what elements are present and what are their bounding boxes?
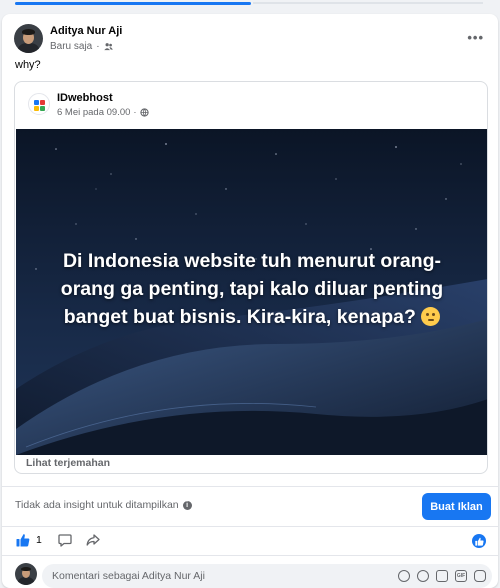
post-actions: 1 <box>16 533 100 547</box>
camera-icon[interactable] <box>436 570 448 582</box>
friends-icon <box>103 43 113 51</box>
image-text-line: banget buat bisnis. Kira-kira, kenapa? <box>16 303 487 331</box>
post-caption: why? <box>15 59 41 71</box>
share-icon[interactable] <box>86 533 100 547</box>
image-text-line: orang ga penting, tapi kalo diluar penti… <box>60 278 444 300</box>
thinking-face-emoji <box>421 307 441 326</box>
commenter-avatar[interactable] <box>15 563 37 585</box>
see-translation-link[interactable]: Lihat terjemahan <box>26 457 110 469</box>
logo-square-blue <box>34 100 39 105</box>
page-logo[interactable] <box>28 93 50 115</box>
author-avatar[interactable] <box>14 24 43 53</box>
comment-input[interactable] <box>52 564 372 588</box>
divider <box>2 486 498 487</box>
shared-post-time[interactable]: 6 Mei pada 09.00 <box>57 107 130 118</box>
gif-icon[interactable]: GIF <box>455 570 467 582</box>
author-name[interactable]: Aditya Nur Aji <box>50 25 122 37</box>
tab-underline-bar <box>0 0 500 6</box>
comment-composer[interactable]: GIF <box>42 564 492 588</box>
comment-tools: GIF <box>398 570 486 582</box>
like-reaction-icon[interactable] <box>472 534 486 548</box>
more-options-button[interactable]: ••• <box>467 30 484 45</box>
post-time[interactable]: Baru saja <box>50 41 92 52</box>
logo-square-red <box>40 100 45 105</box>
avatar-sticker-icon[interactable] <box>398 570 410 582</box>
like-count[interactable]: 1 <box>36 534 42 546</box>
comment-icon[interactable] <box>58 533 72 547</box>
globe-icon <box>139 108 149 117</box>
post-card: Aditya Nur Aji Baru saja · ••• why? IDwe… <box>2 14 498 588</box>
thumbs-up-icon[interactable] <box>16 533 30 547</box>
image-text-line-part: banget buat bisnis. Kira-kira, kenapa? <box>63 306 416 328</box>
insight-text: Tidak ada insight untuk ditampilkan <box>15 499 179 511</box>
divider <box>2 555 498 556</box>
image-text-overlay: Di Indonesia website tuh menurut orang- … <box>16 247 487 331</box>
inactive-tab-indicator <box>253 2 483 4</box>
active-tab-indicator <box>15 2 251 5</box>
logo-square-yellow <box>34 106 39 111</box>
thumbs-up-icon <box>474 537 484 546</box>
info-icon[interactable]: i <box>182 500 192 510</box>
emoji-icon[interactable] <box>417 570 429 582</box>
insight-message: Tidak ada insight untuk ditampilkan i <box>15 499 192 511</box>
shared-post[interactable]: IDwebhost 6 Mei pada 09.00 · Di Indonesi… <box>14 81 488 474</box>
create-ad-button[interactable]: Buat Iklan <box>422 493 491 520</box>
logo-square-green <box>40 106 45 111</box>
shared-post-meta: 6 Mei pada 09.00 · <box>57 107 149 118</box>
page-name[interactable]: IDwebhost <box>57 92 113 104</box>
divider <box>2 526 498 527</box>
image-text-line: Di Indonesia website tuh menurut orang- <box>62 250 442 272</box>
post-image[interactable]: Di Indonesia website tuh menurut orang- … <box>16 129 487 455</box>
sticker-icon[interactable] <box>474 570 486 582</box>
post-meta: Baru saja · <box>50 41 113 52</box>
